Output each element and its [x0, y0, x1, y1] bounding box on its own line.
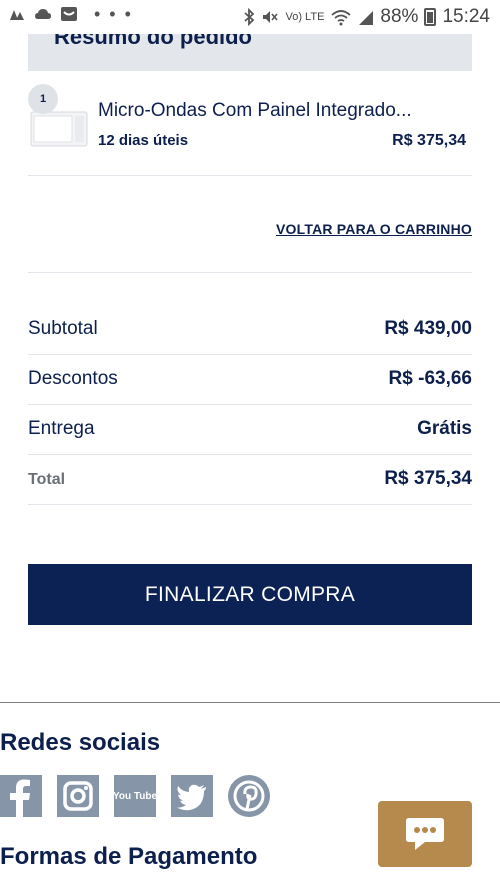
- discount-label: Descontos: [28, 368, 118, 389]
- quantity-badge: 1: [28, 84, 58, 114]
- volte-indicator: Vo) LTE: [285, 11, 325, 23]
- instagram-icon[interactable]: [57, 775, 99, 817]
- order-summary-header: Resumo do pedido: [28, 34, 472, 71]
- product-name[interactable]: Micro-Ondas Com Painel Integrado...: [98, 100, 412, 122]
- pinterest-icon[interactable]: [228, 775, 270, 817]
- cart-item: 1 Micro-Ondas Com Painel Integrado... 12…: [28, 84, 472, 176]
- overflow-dots: • • •: [94, 4, 133, 24]
- payment-methods-title: Formas de Pagamento: [0, 843, 258, 870]
- total-label: Total: [28, 471, 66, 488]
- checkout-button[interactable]: FINALIZAR COMPRA: [28, 564, 472, 625]
- status-right: Vo) LTE 88% 15:24: [243, 6, 490, 28]
- facebook-icon[interactable]: [0, 775, 42, 817]
- subtotal-label: Subtotal: [28, 318, 98, 339]
- footer-divider: [0, 702, 500, 703]
- mute-icon: [263, 11, 279, 23]
- delivery-time: 12 dias úteis: [98, 132, 189, 149]
- youtube-text: You Tube: [114, 791, 156, 802]
- order-totals: Subtotal R$ 439,00 Descontos R$ -63,66 E…: [28, 305, 472, 505]
- status-left: • • •: [8, 4, 133, 24]
- back-to-cart-link[interactable]: VOLTAR PARA O CARRINHO: [276, 221, 472, 237]
- shipping-row: Entrega Grátis: [28, 405, 472, 455]
- clock: 15:24: [442, 6, 490, 27]
- product-price: R$ 375,34: [392, 132, 466, 149]
- shipping-value: Grátis: [417, 418, 472, 439]
- total-value: R$ 375,34: [384, 468, 472, 489]
- social-icons: You Tube: [0, 775, 270, 817]
- discount-row: Descontos R$ -63,66: [28, 355, 472, 405]
- chat-bubble-icon: [406, 818, 444, 850]
- chat-button[interactable]: [378, 801, 472, 867]
- subtotal-row: Subtotal R$ 439,00: [28, 305, 472, 355]
- microwave-thumbnail: [30, 111, 88, 147]
- discount-value: R$ -63,66: [388, 368, 472, 389]
- wifi-icon: [331, 10, 352, 26]
- inbox-notification-icon: [61, 7, 77, 21]
- cloud-notification-icon: [35, 9, 51, 19]
- tree-notification-icon: [10, 10, 24, 20]
- bluetooth-icon: [244, 8, 255, 26]
- total-row: Total R$ 375,34: [28, 455, 472, 505]
- shipping-label: Entrega: [28, 418, 95, 439]
- battery-icon: [424, 8, 437, 26]
- divider: [28, 272, 472, 273]
- youtube-icon[interactable]: You Tube: [114, 775, 156, 817]
- subtotal-value: R$ 439,00: [384, 318, 472, 339]
- status-bar: • • • Vo) LTE 88% 15:24: [0, 0, 500, 34]
- order-summary-title: Resumo do pedido: [54, 34, 252, 49]
- social-networks-title: Redes sociais: [0, 729, 161, 756]
- signal-icon: [359, 11, 374, 25]
- twitter-icon[interactable]: [171, 775, 213, 817]
- battery-percent: 88%: [380, 6, 419, 27]
